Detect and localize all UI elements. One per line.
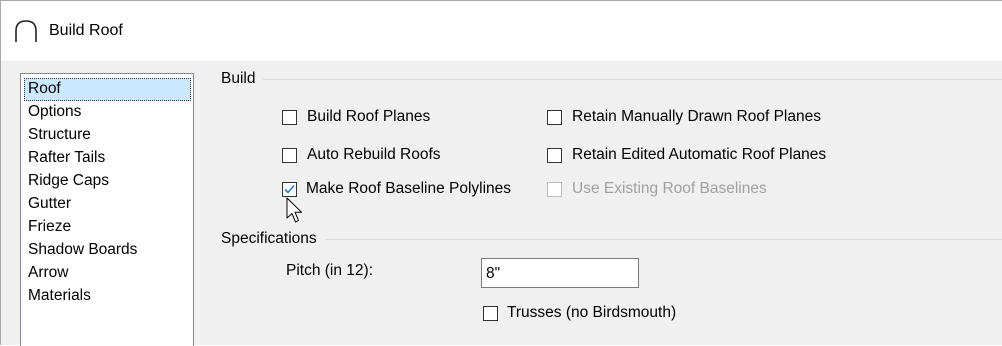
build-group-title: Build: [221, 69, 264, 89]
nav-item-shadow-boards[interactable]: Shadow Boards: [24, 239, 191, 262]
nav-item-arrow[interactable]: Arrow: [24, 262, 191, 285]
pitch-label: Pitch (in 12):: [286, 262, 374, 279]
dialog-title: Build Roof: [49, 22, 123, 39]
checkmark-icon: [284, 184, 295, 194]
retain-edited-automatic-label: Retain Edited Automatic Roof Planes: [572, 146, 827, 163]
make-roof-baseline-polylines-checkbox[interactable]: Make Roof Baseline Polylines: [282, 179, 511, 199]
build-roof-planes-box[interactable]: [282, 109, 297, 125]
pitch-input[interactable]: [481, 258, 639, 288]
retain-manually-drawn-checkbox[interactable]: Retain Manually Drawn Roof Planes: [547, 107, 821, 127]
retain-edited-automatic-box[interactable]: [547, 147, 562, 163]
nav-item-roof[interactable]: Roof: [24, 78, 191, 101]
retain-manually-drawn-label: Retain Manually Drawn Roof Planes: [572, 108, 821, 125]
build-roof-planes-checkbox[interactable]: Build Roof Planes: [282, 107, 430, 127]
nav-item-options[interactable]: Options: [24, 101, 191, 124]
specifications-group: Specifications: [221, 229, 1002, 249]
trusses-box[interactable]: [483, 305, 498, 321]
title-bar: Build Roof: [1, 1, 1002, 61]
use-existing-baselines-checkbox: Use Existing Roof Baselines: [547, 179, 767, 199]
mouse-pointer-icon: [286, 197, 302, 223]
nav-item-ridge-caps[interactable]: Ridge Caps: [24, 170, 191, 193]
make-roof-baseline-polylines-box[interactable]: [282, 181, 297, 197]
nav-item-rafter-tails[interactable]: Rafter Tails: [24, 147, 191, 170]
specifications-group-title: Specifications: [221, 229, 325, 249]
nav-item-gutter[interactable]: Gutter: [24, 193, 191, 216]
use-existing-baselines-box: [547, 181, 562, 197]
nav-item-materials[interactable]: Materials: [24, 285, 191, 308]
trusses-checkbox[interactable]: Trusses (no Birdsmouth): [483, 303, 676, 323]
retain-manually-drawn-box[interactable]: [547, 109, 562, 125]
nav-item-structure[interactable]: Structure: [24, 124, 191, 147]
auto-rebuild-roofs-box[interactable]: [282, 147, 297, 163]
roof-arc-icon: [15, 20, 37, 42]
use-existing-baselines-label: Use Existing Roof Baselines: [572, 180, 767, 197]
build-roof-dialog: Build Roof Roof Options Structure Rafter…: [0, 0, 1002, 346]
make-roof-baseline-polylines-label: Make Roof Baseline Polylines: [306, 180, 512, 197]
category-list[interactable]: Roof Options Structure Rafter Tails Ridg…: [20, 73, 194, 346]
nav-item-frieze[interactable]: Frieze: [24, 216, 191, 239]
auto-rebuild-roofs-label: Auto Rebuild Roofs: [307, 146, 441, 163]
auto-rebuild-roofs-checkbox[interactable]: Auto Rebuild Roofs: [282, 145, 441, 165]
build-roof-planes-label: Build Roof Planes: [307, 108, 431, 125]
build-group: Build: [221, 69, 1002, 89]
trusses-label: Trusses (no Birdsmouth): [507, 304, 677, 321]
retain-edited-automatic-checkbox[interactable]: Retain Edited Automatic Roof Planes: [547, 145, 826, 165]
